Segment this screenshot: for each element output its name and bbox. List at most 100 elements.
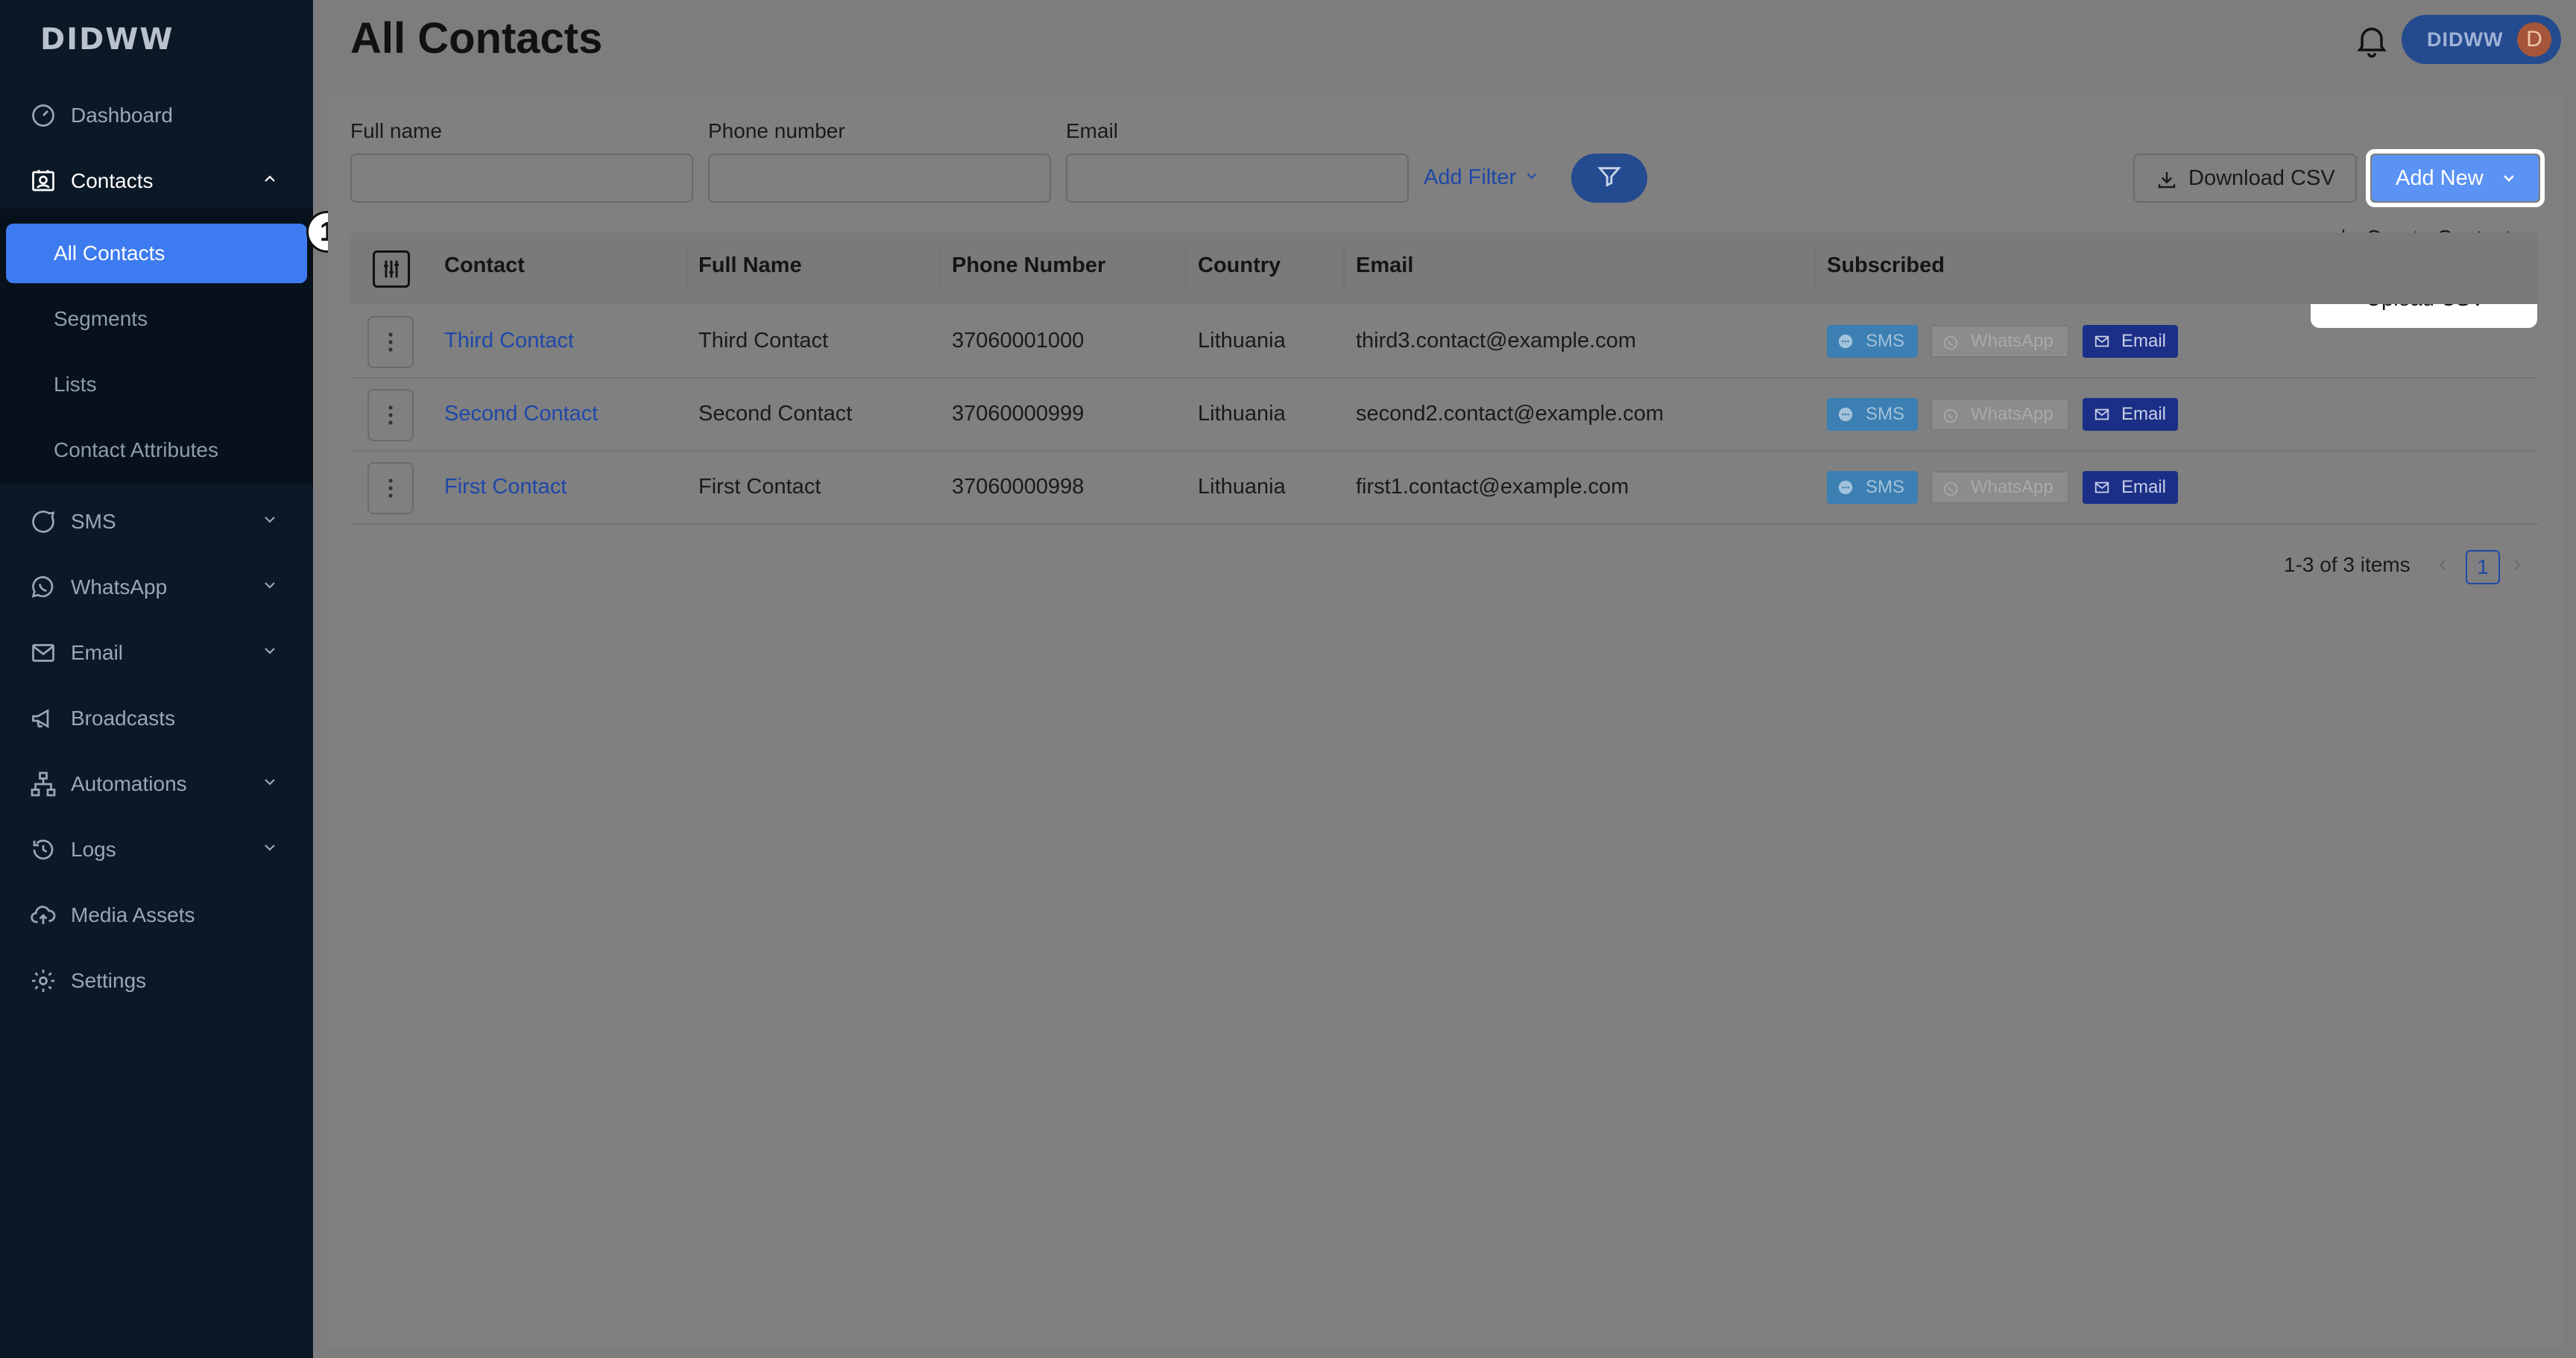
table-header xyxy=(350,233,2538,304)
contact-link[interactable]: First Contact xyxy=(444,475,566,499)
sidebar-item-automations[interactable]: Automations xyxy=(0,758,313,810)
kebab-icon xyxy=(388,479,393,498)
badge-label: Email xyxy=(2121,404,2167,424)
sidebar-item-label: Logs xyxy=(71,838,116,861)
sidebar-item-label: Settings xyxy=(71,969,147,992)
country-cell: Lithuania xyxy=(1198,475,1286,499)
email-icon xyxy=(2093,406,2111,428)
phone-number-input[interactable] xyxy=(708,154,1051,203)
cloud-upload-icon xyxy=(28,900,58,930)
badge-label: SMS xyxy=(1866,477,1905,497)
main-content: All Contacts DIDWW D Full name Phone num… xyxy=(313,0,2576,1358)
column-header-phone-number[interactable]: Phone Number xyxy=(952,253,1105,278)
sidebar-item-media-assets[interactable]: Media Assets xyxy=(0,889,313,941)
chevron-down-icon xyxy=(261,575,279,599)
add-filter-button[interactable]: Add Filter xyxy=(1424,165,1540,190)
full-name-cell: First Contact xyxy=(698,475,821,499)
sidebar-item-logs[interactable]: Logs xyxy=(0,824,313,876)
column-header-subscribed[interactable]: Subscribed xyxy=(1827,253,1945,278)
sidebar-subitem-contact-attributes[interactable]: Contact Attributes xyxy=(0,420,313,480)
row-actions-button[interactable] xyxy=(367,462,414,514)
full-name-label: Full name xyxy=(350,119,442,142)
chevron-left-icon[interactable]: ‹ xyxy=(2439,552,2446,577)
full-name-cell: Second Contact xyxy=(698,402,853,426)
avatar: D xyxy=(2517,22,2551,57)
whatsapp-badge: WhatsApp xyxy=(1931,471,2069,504)
sidebar-subitem-label: All Contacts xyxy=(54,241,165,265)
chevron-down-icon xyxy=(1524,165,1540,190)
contacts-submenu: All Contacts Segments Lists Contact Attr… xyxy=(0,209,313,484)
pagination-current-page[interactable]: 1 xyxy=(2466,550,2500,584)
chevron-right-icon[interactable]: › xyxy=(2513,552,2521,577)
sidebar-item-broadcasts[interactable]: Broadcasts xyxy=(0,692,313,745)
user-name: DIDWW xyxy=(2427,28,2504,51)
sidebar-subitem-segments[interactable]: Segments xyxy=(0,289,313,349)
column-divider xyxy=(686,246,687,291)
sidebar-item-settings[interactable]: Settings xyxy=(0,955,313,1007)
phone-cell: 37060000999 xyxy=(952,402,1085,426)
add-filter-label: Add Filter xyxy=(1424,165,1517,189)
sidebar-subitem-lists[interactable]: Lists xyxy=(0,355,313,414)
contact-link[interactable]: Second Contact xyxy=(444,402,598,426)
chat-icon xyxy=(1837,333,1854,355)
phone-cell: 37060001000 xyxy=(952,329,1085,353)
sidebar-item-whatsapp[interactable]: WhatsApp xyxy=(0,561,313,613)
badge-label: WhatsApp xyxy=(1971,331,2053,351)
badge-label: WhatsApp xyxy=(1971,404,2053,424)
row-actions-button[interactable] xyxy=(367,389,414,441)
email-icon xyxy=(28,638,58,668)
whatsapp-badge: WhatsApp xyxy=(1931,325,2069,358)
sidebar-item-label: Dashboard xyxy=(71,104,173,127)
chat-icon xyxy=(1837,479,1854,501)
sidebar-item-contacts[interactable]: Contacts xyxy=(0,155,313,207)
column-header-full-name[interactable]: Full Name xyxy=(698,253,802,278)
sidebar-item-sms[interactable]: SMS xyxy=(0,496,313,548)
download-icon xyxy=(2156,168,2178,197)
whatsapp-icon xyxy=(1942,335,1959,356)
chevron-down-icon xyxy=(2500,168,2518,193)
email-cell: third3.contact@example.com xyxy=(1356,329,1636,353)
column-header-email[interactable]: Email xyxy=(1356,253,1413,278)
bell-icon[interactable] xyxy=(2352,21,2391,60)
sidebar-item-label: WhatsApp xyxy=(71,575,168,599)
download-csv-label: Download CSV xyxy=(2188,165,2335,190)
phone-cell: 37060000998 xyxy=(952,475,1085,499)
badge-label: SMS xyxy=(1866,331,1905,351)
chevron-down-icon xyxy=(261,838,279,862)
row-actions-button[interactable] xyxy=(367,316,414,368)
country-cell: Lithuania xyxy=(1198,402,1286,426)
phone-number-label: Phone number xyxy=(708,119,845,142)
download-csv-button[interactable]: Download CSV xyxy=(2133,154,2357,203)
contact-link[interactable]: Third Contact xyxy=(444,329,574,353)
email-badge: Email xyxy=(2083,471,2178,504)
chat-icon xyxy=(1837,406,1854,428)
apply-filter-button[interactable] xyxy=(1571,154,1647,203)
email-icon xyxy=(2093,479,2111,501)
whatsapp-badge: WhatsApp xyxy=(1931,398,2069,431)
sms-icon xyxy=(28,507,58,537)
chevron-down-icon xyxy=(261,772,279,796)
badge-label: Email xyxy=(2121,477,2167,497)
sidebar-item-label: Automations xyxy=(71,772,187,795)
email-input[interactable] xyxy=(1066,154,1409,203)
sidebar-subitem-all-contacts[interactable]: All Contacts xyxy=(6,224,307,283)
column-header-contact[interactable]: Contact xyxy=(444,253,525,278)
chevron-down-icon xyxy=(261,641,279,665)
sidebar-item-label: Media Assets xyxy=(71,903,195,926)
full-name-input[interactable] xyxy=(350,154,693,203)
chevron-down-icon xyxy=(261,510,279,534)
add-new-button[interactable]: Add New xyxy=(2372,155,2539,201)
sidebar-item-email[interactable]: Email xyxy=(0,627,313,679)
column-divider xyxy=(1185,246,1187,291)
column-divider xyxy=(1343,246,1345,291)
email-label: Email xyxy=(1066,119,1119,142)
brand-logo[interactable]: DIDWW xyxy=(40,22,174,57)
email-badge: Email xyxy=(2083,398,2178,431)
contacts-icon xyxy=(28,166,58,196)
sidebar-item-dashboard[interactable]: Dashboard xyxy=(0,89,313,142)
column-settings-icon[interactable] xyxy=(373,250,410,288)
sidebar-item-label: Broadcasts xyxy=(71,707,176,730)
column-header-country[interactable]: Country xyxy=(1198,253,1281,278)
gear-icon xyxy=(28,966,58,996)
user-menu[interactable]: DIDWW D xyxy=(2402,15,2561,64)
